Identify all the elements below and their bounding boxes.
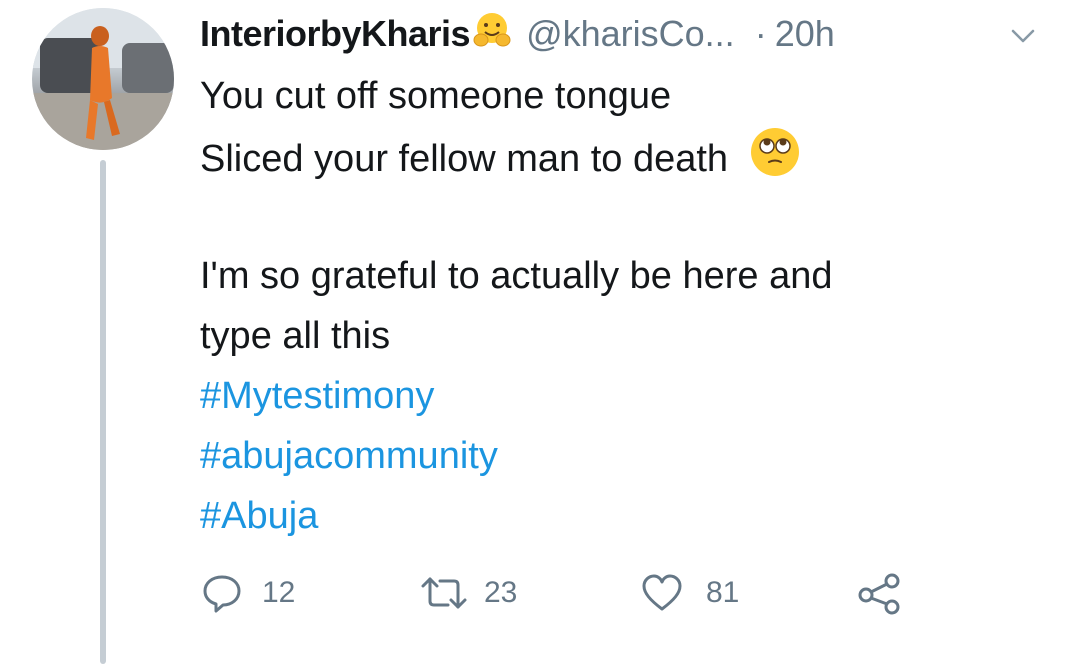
tweet-line: Sliced your fellow man to death <box>200 138 729 181</box>
user-handle[interactable]: @kharisCo... <box>526 13 735 55</box>
hashtag-link[interactable]: #Mytestimony <box>200 366 1050 426</box>
hugging-face-emoji <box>472 10 512 59</box>
tweet-line: type all this <box>200 315 391 357</box>
tweet-actions: 12 23 81 <box>200 566 960 620</box>
chevron-down-icon[interactable] <box>1008 18 1038 60</box>
retweet-count: 23 <box>484 576 518 609</box>
avatar[interactable] <box>32 8 174 150</box>
share-icon <box>856 571 904 615</box>
hashtag-link[interactable]: #abujacommunity <box>200 426 1050 486</box>
like-button[interactable]: 81 <box>640 566 739 620</box>
tweet-line: You cut off someone tongue <box>200 75 672 117</box>
reply-icon <box>200 571 244 615</box>
face-with-rolling-eyes-emoji <box>749 126 801 196</box>
like-count: 81 <box>706 576 740 609</box>
retweet-icon <box>420 571 468 615</box>
reply-button[interactable]: 12 <box>200 566 295 620</box>
hashtag-link[interactable]: #Abuja <box>200 486 1050 546</box>
retweet-button[interactable]: 23 <box>420 566 517 620</box>
tweet-line-with-emoji: Sliced your fellow man to death <box>200 126 1050 186</box>
tweet-header: InteriorbyKharis @kharisCo... · 20h <box>200 8 1060 60</box>
share-button[interactable] <box>856 566 904 620</box>
thread-line <box>100 160 106 664</box>
tweet-line: I'm so grateful to actually be here and <box>200 255 833 297</box>
tweet-text: You cut off someone tongue Sliced your f… <box>200 66 1050 546</box>
avatar-photo <box>32 8 174 150</box>
like-icon <box>640 571 684 615</box>
timestamp[interactable]: 20h <box>775 13 835 55</box>
reply-count: 12 <box>262 576 296 609</box>
display-name[interactable]: InteriorbyKharis <box>200 13 471 55</box>
separator-dot: · <box>754 13 767 54</box>
